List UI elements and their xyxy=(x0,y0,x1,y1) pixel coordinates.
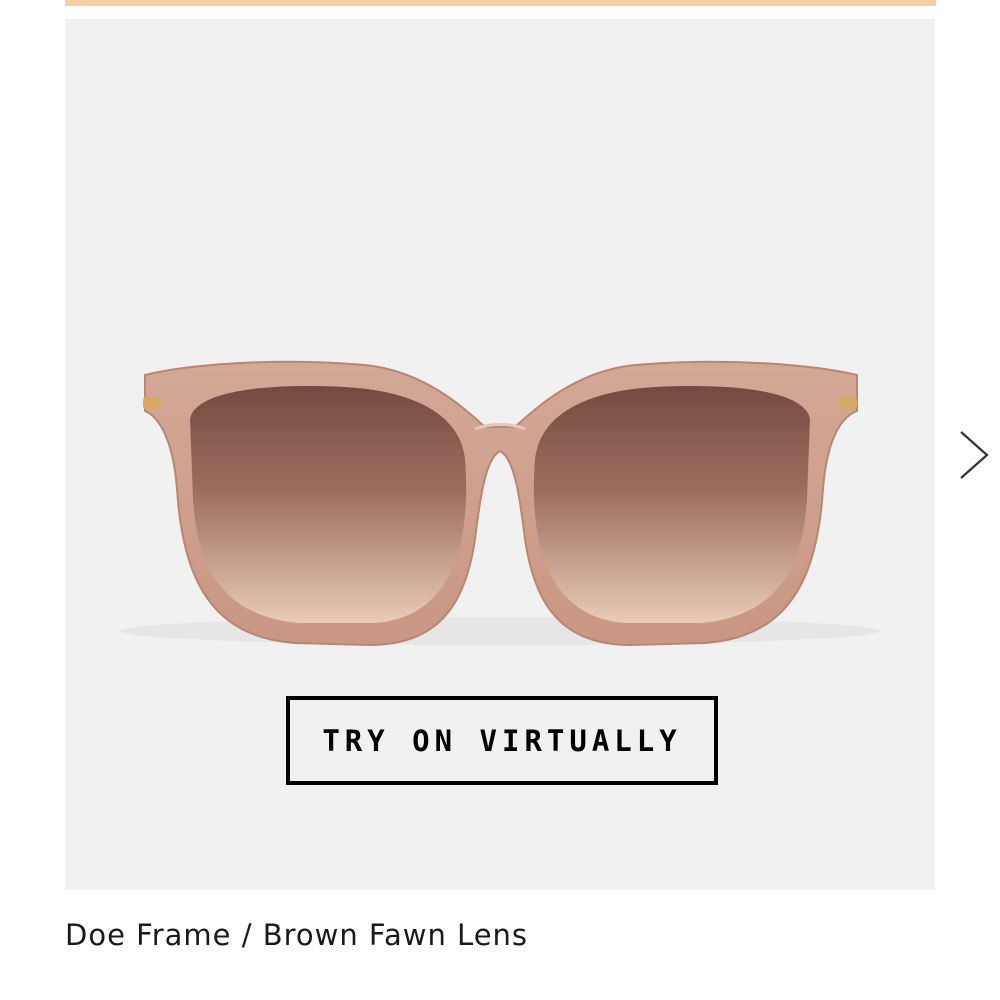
chevron-right-icon[interactable] xyxy=(957,428,991,482)
promo-banner-edge xyxy=(65,0,936,6)
product-page: TRY ON VIRTUALLY Doe Frame / Brown Fawn … xyxy=(0,0,1000,1000)
product-name: Doe Frame / Brown Fawn Lens xyxy=(65,918,529,952)
try-on-virtually-button[interactable]: TRY ON VIRTUALLY xyxy=(286,696,718,785)
product-image-card: TRY ON VIRTUALLY xyxy=(65,19,935,890)
try-on-label: TRY ON VIRTUALLY xyxy=(322,723,682,758)
